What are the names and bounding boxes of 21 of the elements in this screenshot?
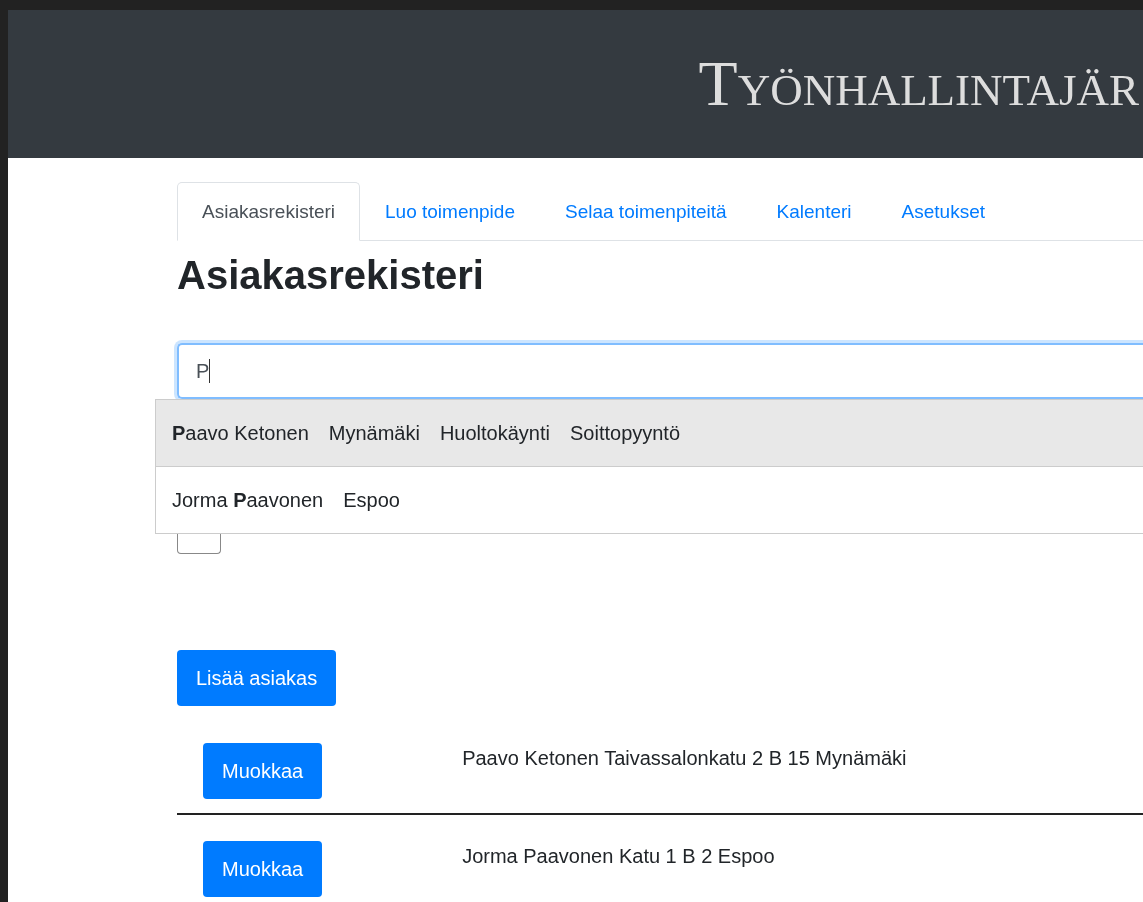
suggestion-text: Soittopyyntö xyxy=(570,421,681,445)
add-customer-button[interactable]: Lisää asiakas xyxy=(177,650,337,706)
app-title: Työnhallintajär xyxy=(698,47,1139,121)
suggestion-item[interactable]: Jorma Paavonen Espoo xyxy=(156,466,1143,533)
edit-button[interactable]: Muokkaa xyxy=(203,743,323,799)
nav-tab[interactable]: Luo toimenpide xyxy=(360,182,540,241)
nav-tab[interactable]: Asiakasrekisteri xyxy=(177,182,361,241)
nav-tab[interactable]: Asetukset xyxy=(876,182,1011,241)
edit-button[interactable]: Muokkaa xyxy=(203,841,323,897)
suggestion-text: Jorma Paavonen xyxy=(172,488,324,512)
suggestion-text: Espoo xyxy=(343,488,400,512)
customer-text: Paavo Ketonen Taivassalonkatu 2 B 15 Mynämäki xyxy=(462,746,907,770)
suggestion-item[interactable]: Paavo Ketonen Mynämäki Huoltokäynti Soittopyyntö xyxy=(156,400,1143,466)
customer-text: Jorma Paavonen Katu 1 B 2 Espoo xyxy=(462,844,775,868)
page-heading: Asiakasrekisteri xyxy=(177,252,485,299)
nav-tab[interactable]: Kalenteri xyxy=(751,182,877,241)
search-field[interactable]: P xyxy=(177,343,1143,399)
nav-tab[interactable]: Selaa toimenpiteitä xyxy=(540,182,752,241)
suggestion-text: Huoltokäynti xyxy=(439,421,550,445)
suggestion-text: Paavo Ketonen xyxy=(172,421,309,445)
suggestion-text: Mynämäki xyxy=(328,421,420,445)
